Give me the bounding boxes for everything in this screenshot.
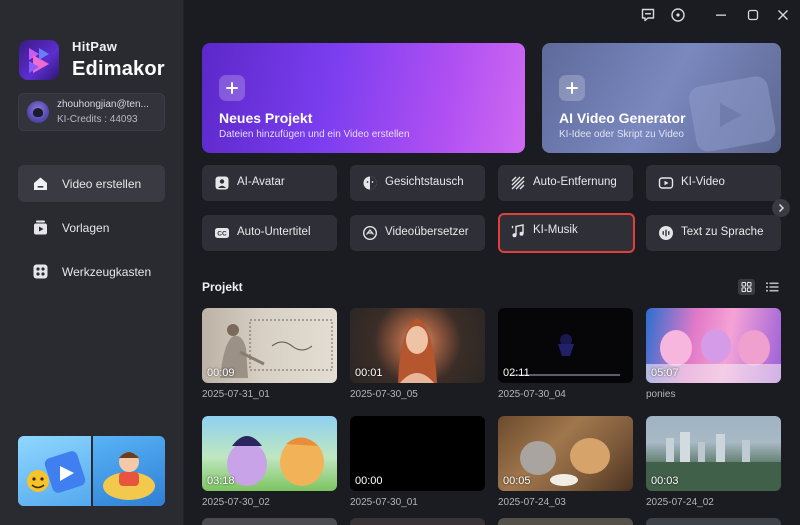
- tool-label: Auto-Entfernung: [533, 176, 617, 188]
- duration-badge: 00:05: [503, 475, 531, 487]
- project-thumbnail[interactable]: 00:00: [350, 416, 485, 491]
- tool-label: Auto-Untertitel: [237, 226, 311, 238]
- tool-text-zu-sprache[interactable]: Text zu Sprache: [646, 215, 781, 251]
- home-icon: [34, 177, 47, 190]
- music-icon: [511, 224, 524, 238]
- minimize-icon[interactable]: [713, 7, 729, 23]
- plus-icon: [219, 75, 245, 101]
- project-thumbnail-partial[interactable]: [498, 518, 633, 525]
- tool-ki-video[interactable]: KI-Video: [646, 165, 781, 201]
- tts-icon: [659, 226, 673, 240]
- promo-banner[interactable]: [18, 436, 165, 506]
- avatar: [27, 101, 49, 123]
- info-icon[interactable]: [670, 7, 686, 23]
- grid-view-button[interactable]: [738, 279, 755, 295]
- account-email: zhouhongjian@ten...: [57, 99, 149, 110]
- tool-label: Gesichtstausch: [385, 176, 464, 188]
- maximize-icon[interactable]: [745, 7, 761, 23]
- sidebar-item-label: Vorlagen: [62, 221, 110, 235]
- new-project-card[interactable]: Neues Projekt Dateien hinzufügen und ein…: [202, 43, 525, 153]
- project-name: 2025-07-31_01: [202, 389, 270, 400]
- hero-subtitle: KI-Idee oder Skript zu Video: [559, 129, 684, 140]
- duration-badge: 00:00: [355, 475, 383, 487]
- project-thumbnail[interactable]: 00:03: [646, 416, 781, 491]
- project-name: 2025-07-30_01: [350, 497, 418, 508]
- feedback-icon[interactable]: [640, 7, 656, 23]
- duration-badge: 00:01: [355, 367, 383, 379]
- project-thumbnail-partial[interactable]: [646, 518, 781, 525]
- face-swap-icon: [363, 176, 377, 190]
- sidebar-item-werkzeugkasten[interactable]: Werkzeugkasten: [18, 253, 165, 290]
- sidebar: HitPaw Edimakor zhouhongjian@ten... KI-C…: [0, 0, 184, 525]
- svg-text:CC: CC: [217, 231, 227, 238]
- tool-ai-avatar[interactable]: AI-Avatar: [202, 165, 337, 201]
- close-icon[interactable]: [775, 7, 791, 23]
- project-thumbnail[interactable]: 03:18: [202, 416, 337, 491]
- promo-image-left: [18, 436, 92, 506]
- hero-title: AI Video Generator: [559, 110, 686, 126]
- tool-auto-entfernung[interactable]: Auto-Entfernung: [498, 165, 633, 201]
- tool-label: Text zu Sprache: [681, 226, 764, 238]
- project-thumbnail[interactable]: 05:07: [646, 308, 781, 383]
- project-name: 2025-07-30_05: [350, 389, 418, 400]
- templates-icon: [34, 220, 47, 235]
- tool-videouebersetzer[interactable]: Videoübersetzer: [350, 215, 485, 251]
- tool-label: AI-Avatar: [237, 176, 285, 188]
- project-thumbnail-partial[interactable]: [202, 518, 337, 525]
- project-name: 2025-07-30_02: [202, 497, 270, 508]
- sidebar-item-vorlagen[interactable]: Vorlagen: [18, 209, 165, 246]
- tool-ki-musik[interactable]: KI-Musik: [498, 213, 635, 253]
- project-thumbnail[interactable]: 02:11: [498, 308, 633, 383]
- tool-auto-untertitel[interactable]: CC Auto-Untertitel: [202, 215, 337, 251]
- sidebar-item-label: Werkzeugkasten: [62, 265, 152, 279]
- app-logo: [19, 40, 59, 80]
- tool-label: KI-Musik: [533, 224, 578, 236]
- project-thumbnail-partial[interactable]: [350, 518, 485, 525]
- account-card[interactable]: zhouhongjian@ten... KI-Credits : 44093: [18, 93, 165, 131]
- duration-badge: 02:11: [503, 367, 530, 379]
- sidebar-item-label: Video erstellen: [62, 177, 142, 191]
- brand-name-top: HitPaw: [72, 39, 118, 54]
- project-name: 2025-07-30_04: [498, 389, 566, 400]
- project-thumbnail[interactable]: 00:01: [350, 308, 485, 383]
- hero-title: Neues Projekt: [219, 110, 313, 126]
- plus-icon: [559, 75, 585, 101]
- duration-badge: 00:03: [651, 475, 679, 487]
- avatar-icon: [215, 176, 229, 190]
- project-name: 2025-07-24_02: [646, 497, 714, 508]
- list-view-icon[interactable]: [764, 279, 780, 295]
- cc-icon: CC: [215, 228, 229, 238]
- duration-badge: 03:18: [207, 475, 235, 487]
- translate-icon: [362, 225, 378, 241]
- project-name: ponies: [646, 389, 676, 400]
- duration-badge: 05:07: [651, 367, 679, 379]
- auto-remove-icon: [511, 176, 525, 190]
- ai-video-generator-card[interactable]: AI Video Generator KI-Idee oder Skript z…: [542, 43, 781, 153]
- promo-image-right: [93, 436, 165, 506]
- tool-label: Videoübersetzer: [385, 226, 469, 238]
- project-name: 2025-07-24_03: [498, 497, 566, 508]
- sidebar-item-video-erstellen[interactable]: Video erstellen: [18, 165, 165, 202]
- brand-name-main: Edimakor: [72, 58, 165, 80]
- section-title-projekt: Projekt: [202, 280, 243, 294]
- hero-subtitle: Dateien hinzufügen und ein Video erstell…: [219, 129, 410, 140]
- toolbox-icon: [33, 264, 48, 279]
- project-thumbnail[interactable]: 00:09: [202, 308, 337, 383]
- duration-badge: 00:09: [207, 367, 235, 379]
- account-credits: KI-Credits : 44093: [57, 114, 138, 125]
- grid-view-icon: [741, 282, 752, 292]
- tool-gesichtstausch[interactable]: Gesichtstausch: [350, 165, 485, 201]
- tool-label: KI-Video: [681, 176, 725, 188]
- project-thumbnail[interactable]: 00:05: [498, 416, 633, 491]
- ai-video-icon: [658, 177, 674, 189]
